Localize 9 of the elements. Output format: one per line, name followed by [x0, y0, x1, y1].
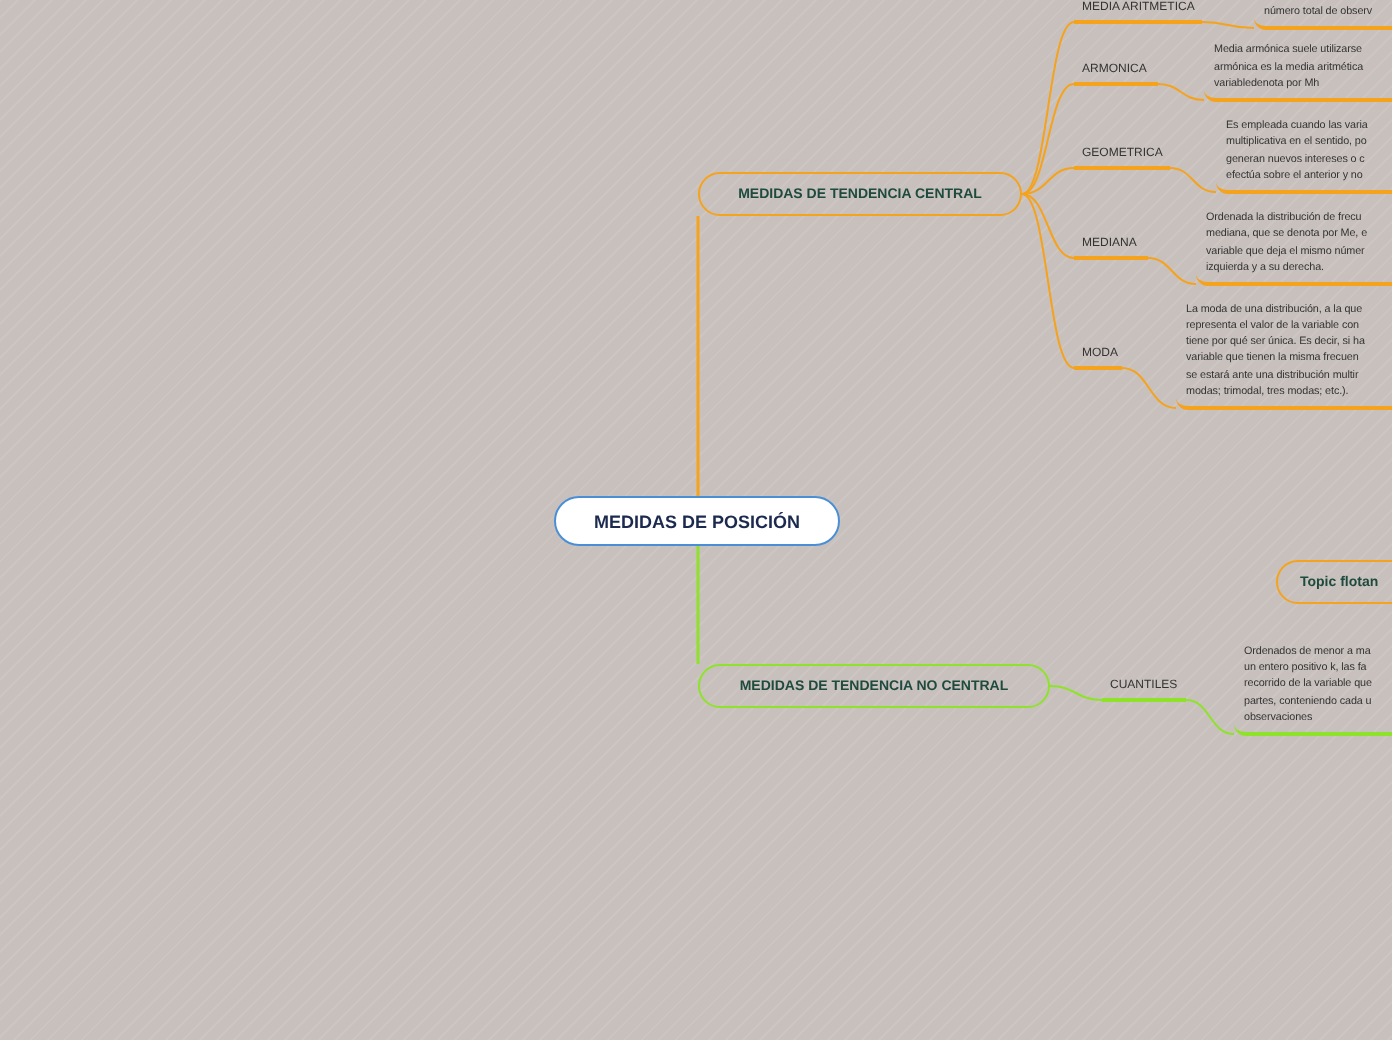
connector-line [1147, 257, 1197, 285]
connector-line [1049, 685, 1103, 701]
connector-line [1157, 83, 1205, 101]
connector-line [1201, 21, 1255, 29]
connector-line [1121, 367, 1177, 409]
connector-line [696, 546, 700, 664]
central-topic[interactable]: MEDIDAS DE POSICIÓN [554, 496, 840, 546]
connector-line [1185, 699, 1235, 735]
connector-line [1169, 167, 1217, 193]
